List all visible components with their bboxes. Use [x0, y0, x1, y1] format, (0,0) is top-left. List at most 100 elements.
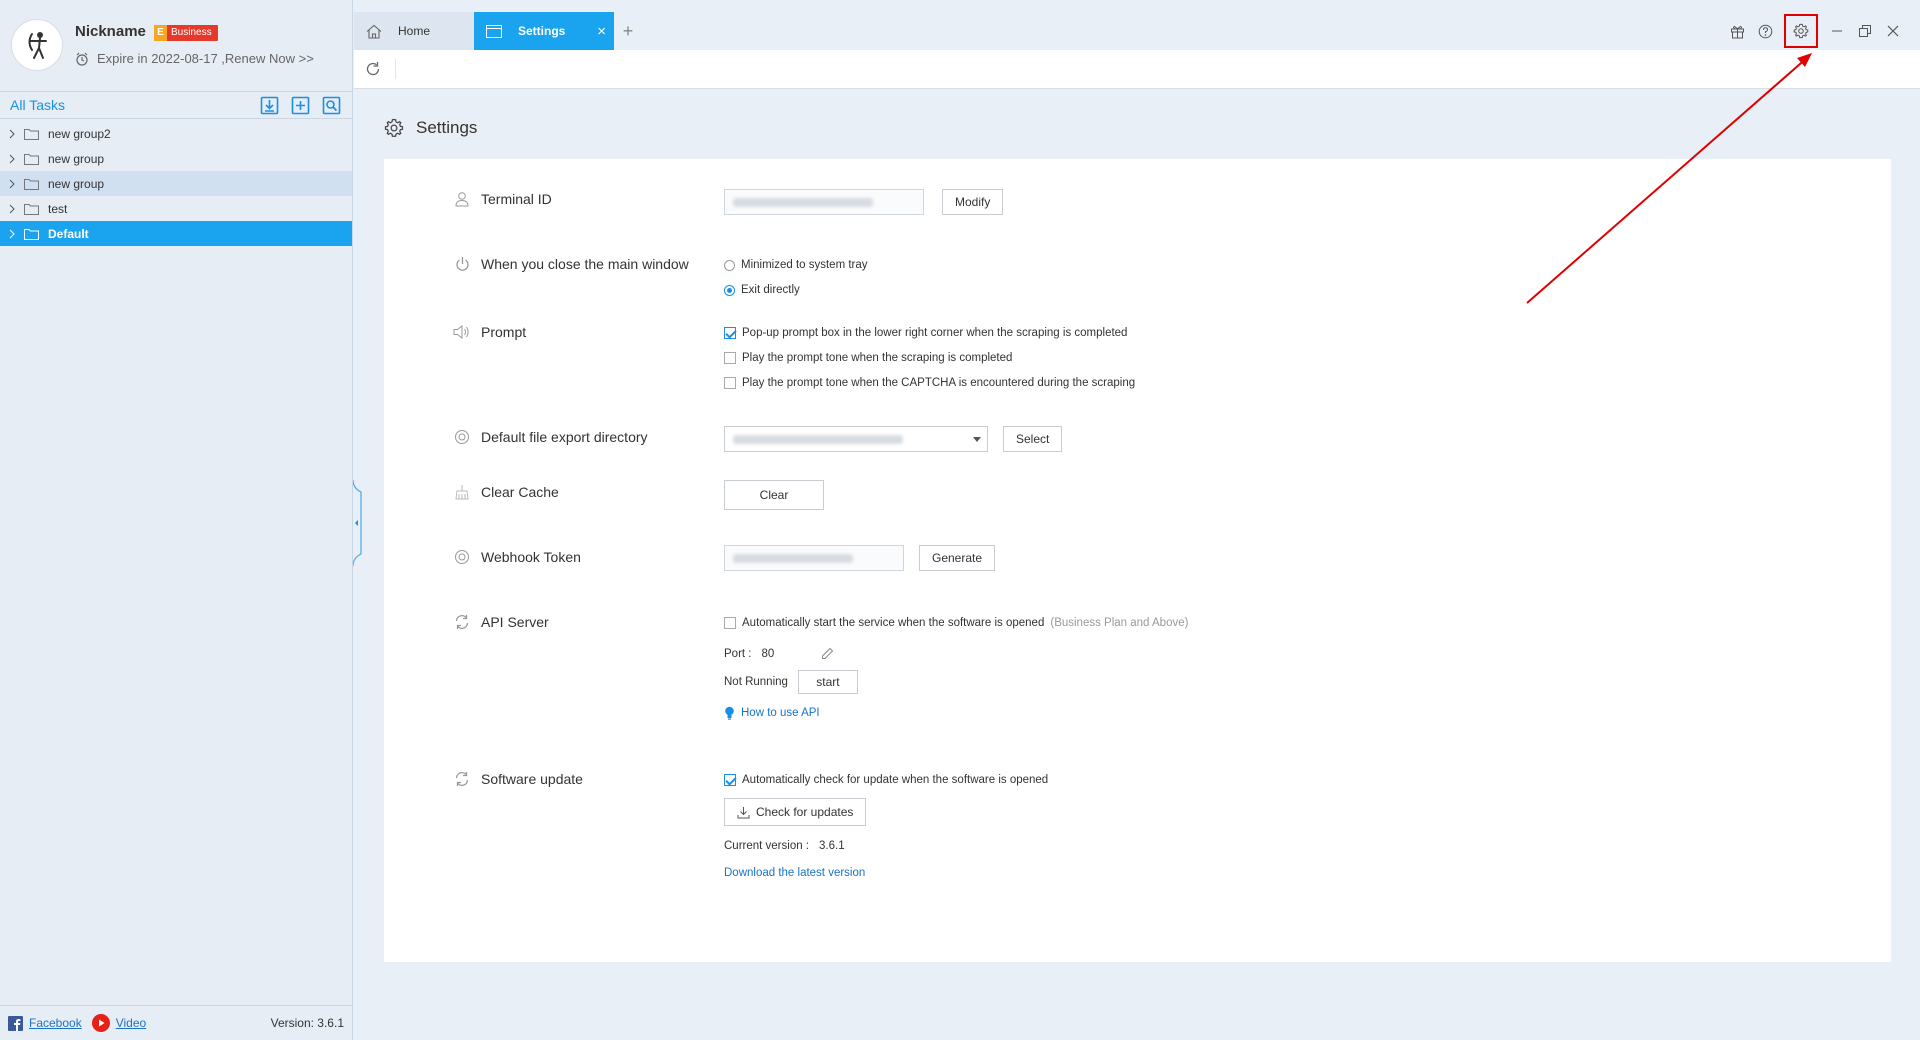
sidebar-collapse-handle[interactable]: [352, 479, 365, 567]
tree-item-group[interactable]: new group: [0, 171, 352, 196]
prompt-option-popup[interactable]: Pop-up prompt box in the lower right cor…: [724, 323, 1135, 343]
search-task-button[interactable]: [321, 95, 342, 116]
prompt-option-tone-complete[interactable]: Play the prompt tone when the scraping i…: [724, 348, 1135, 368]
expire-info[interactable]: Expire in 2022-08-17 ,Renew Now >>: [75, 51, 314, 66]
sidebar: Nickname E Business Expire in 2022-08-17…: [0, 0, 353, 1040]
lightbulb-icon: [725, 706, 734, 720]
edit-pencil-icon[interactable]: [821, 647, 834, 660]
close-window-label-text: When you close the main window: [481, 256, 689, 272]
tree-item-group[interactable]: new group: [0, 146, 352, 171]
nickname: Nickname: [75, 23, 146, 40]
select-dir-button[interactable]: Select: [1003, 426, 1063, 452]
collapse-left-icon: [352, 479, 362, 567]
option-label: Pop-up prompt box in the lower right cor…: [742, 327, 1128, 339]
checkbox-checked[interactable]: [724, 774, 736, 786]
tree-item-label: Default: [48, 226, 89, 241]
chevron-down-icon: [973, 437, 981, 442]
new-task-button[interactable]: [290, 95, 311, 116]
clear-cache-label-text: Clear Cache: [481, 484, 559, 500]
option-exit-directly[interactable]: Exit directly: [724, 280, 868, 300]
power-icon: [455, 257, 469, 271]
checkbox[interactable]: [724, 617, 736, 629]
tree-item-group[interactable]: test: [0, 196, 352, 221]
tab-home[interactable]: Home: [354, 12, 474, 50]
close-tab-icon[interactable]: ×: [597, 23, 606, 40]
plan-badge-label: Business: [171, 27, 212, 38]
settings-button[interactable]: [1784, 14, 1818, 48]
api-autostart-option[interactable]: Automatically start the service when the…: [724, 613, 1188, 633]
webhook-controls: Generate: [724, 545, 996, 571]
all-tasks-title[interactable]: All Tasks: [10, 97, 65, 113]
chevron-right-icon[interactable]: [9, 129, 19, 139]
clear-cache-button[interactable]: Clear: [724, 480, 824, 510]
download-latest-link[interactable]: Download the latest version: [724, 867, 1048, 879]
check-updates-label: Check for updates: [756, 805, 854, 819]
redacted-value: [733, 434, 903, 444]
plan-note: (Business Plan and Above): [1050, 617, 1189, 629]
chevron-right-icon[interactable]: [9, 229, 19, 239]
port-row: Port : 80: [724, 647, 1188, 660]
gift-button[interactable]: [1728, 22, 1746, 40]
tab-settings[interactable]: Settings ×: [474, 12, 614, 50]
checkbox[interactable]: [724, 377, 736, 389]
new-tab-button[interactable]: +: [614, 12, 642, 50]
video-link[interactable]: Video: [116, 1016, 146, 1030]
expire-text[interactable]: Expire in 2022-08-17 ,Renew Now >>: [97, 51, 314, 66]
prompt-label: Prompt: [453, 324, 526, 340]
webhook-token-field[interactable]: [724, 545, 904, 571]
chevron-right-icon[interactable]: [9, 179, 19, 189]
settings-panel: Terminal ID Modify When you close the ma…: [384, 159, 1891, 962]
export-dir-label: Default file export directory: [453, 429, 648, 445]
tab-home-label: Home: [398, 24, 431, 38]
toolbar: [354, 50, 1920, 89]
restore-button[interactable]: [1856, 22, 1874, 40]
refresh-icon[interactable]: [365, 61, 381, 77]
close-icon: [1887, 25, 1899, 37]
prompt-option-tone-captcha[interactable]: Play the prompt tone when the CAPTCHA is…: [724, 373, 1135, 393]
modify-button[interactable]: Modify: [942, 189, 1004, 215]
radio-button[interactable]: [724, 259, 735, 271]
minimize-button[interactable]: [1828, 22, 1846, 40]
option-minimize-tray[interactable]: Minimized to system tray: [724, 255, 868, 275]
youtube-icon[interactable]: [91, 1014, 110, 1032]
help-icon: [1758, 24, 1772, 38]
export-dir-label-text: Default file export directory: [481, 429, 648, 445]
checkbox-checked[interactable]: [724, 327, 736, 339]
target-icon: [455, 550, 469, 564]
port-label: Port :: [724, 647, 752, 660]
avatar[interactable]: [11, 19, 63, 71]
option-label: Play the prompt tone when the scraping i…: [742, 352, 1013, 364]
close-window-button[interactable]: [1884, 22, 1902, 40]
sidebar-footer: Facebook Video Version: 3.6.1: [0, 1005, 352, 1040]
facebook-icon[interactable]: [8, 1015, 23, 1031]
chevron-right-icon[interactable]: [9, 204, 19, 214]
api-server-controls: Automatically start the service when the…: [724, 613, 1188, 720]
alarm-clock-icon: [76, 52, 88, 66]
window-controls: [1728, 14, 1902, 48]
close-window-label: When you close the main window: [453, 256, 689, 272]
generate-button[interactable]: Generate: [919, 545, 996, 571]
chevron-right-icon[interactable]: [9, 154, 19, 164]
terminal-id-field[interactable]: [724, 189, 924, 215]
option-label: Automatically check for update when the …: [742, 774, 1049, 786]
how-to-use-api-link[interactable]: How to use API: [741, 707, 820, 719]
auto-update-option[interactable]: Automatically check for update when the …: [724, 770, 1048, 790]
tree-item-label: new group2: [48, 126, 111, 141]
export-dir-controls: Select: [724, 426, 1063, 452]
profile-panel: Nickname E Business Expire in 2022-08-17…: [0, 0, 352, 91]
import-task-button[interactable]: [259, 95, 280, 116]
tree-item-default[interactable]: Default: [0, 221, 352, 246]
export-dir-select[interactable]: [724, 426, 988, 452]
sync-icon: [455, 615, 469, 629]
home-icon: [366, 24, 382, 39]
start-api-button[interactable]: start: [797, 670, 858, 694]
check-updates-button[interactable]: Check for updates: [724, 798, 867, 826]
clear-cache-label: Clear Cache: [453, 484, 559, 500]
help-button[interactable]: [1756, 22, 1774, 40]
tree-item-group[interactable]: new group2: [0, 121, 352, 146]
tree-item-label: test: [48, 201, 68, 216]
radio-button-selected[interactable]: [724, 284, 735, 296]
checkbox[interactable]: [724, 352, 736, 364]
facebook-link[interactable]: Facebook: [29, 1016, 82, 1030]
folder-icon: [24, 203, 39, 215]
